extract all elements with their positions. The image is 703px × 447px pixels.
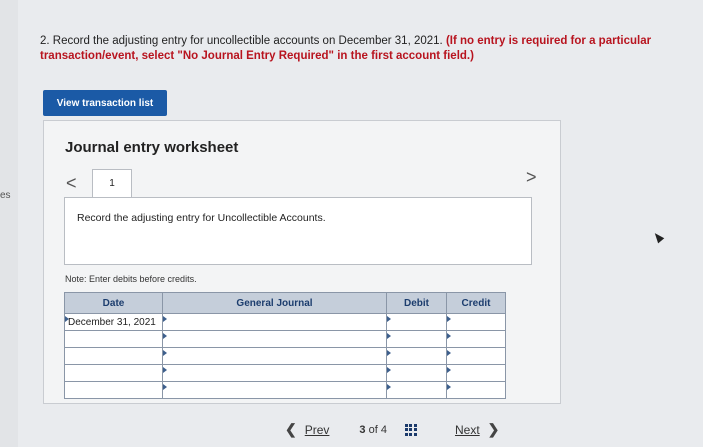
- account-cell[interactable]: [162, 347, 387, 365]
- table-row: [64, 364, 506, 382]
- date-cell[interactable]: [64, 330, 163, 348]
- date-cell[interactable]: [64, 381, 163, 399]
- instruction-text: Record the adjusting entry for Uncollect…: [77, 212, 326, 224]
- account-cell[interactable]: [162, 364, 387, 382]
- header-credit: Credit: [446, 292, 506, 314]
- debit-cell[interactable]: [386, 330, 447, 348]
- total-pages: 4: [380, 423, 387, 436]
- view-transaction-list-button[interactable]: View transaction list: [43, 90, 167, 116]
- account-cell[interactable]: [162, 313, 387, 331]
- header-general-journal: General Journal: [162, 292, 387, 314]
- of-label: of: [368, 423, 378, 436]
- chevron-right-icon[interactable]: >: [526, 167, 537, 188]
- page-counter: 3 of 4: [359, 424, 387, 436]
- next-button[interactable]: Next ❯: [455, 421, 499, 438]
- date-cell[interactable]: [64, 347, 163, 365]
- account-cell[interactable]: [162, 330, 387, 348]
- next-label: Next: [454, 422, 480, 437]
- table-row: December 31, 2021: [64, 313, 506, 331]
- journal-table: Date General Journal Debit Credit Decemb…: [64, 292, 506, 399]
- debit-cell[interactable]: [386, 347, 447, 365]
- pagination-bar: ❮ Prev 3 of 4 Next ❯: [285, 421, 499, 438]
- chevron-right-icon: ❯: [487, 421, 500, 437]
- journal-entry-worksheet: Journal entry worksheet < 1 > Record the…: [43, 120, 561, 404]
- account-cell[interactable]: [162, 381, 387, 399]
- table-row: [64, 347, 506, 365]
- worksheet-title: Journal entry worksheet: [65, 139, 239, 156]
- table-row: [64, 330, 506, 348]
- debit-cell[interactable]: [386, 381, 447, 399]
- credit-cell[interactable]: [446, 364, 506, 382]
- left-panel-edge: [0, 0, 18, 447]
- header-date: Date: [64, 292, 163, 314]
- chevron-left-icon[interactable]: <: [66, 173, 77, 194]
- credit-cell[interactable]: [446, 313, 506, 331]
- prev-label: Prev: [304, 422, 330, 437]
- credit-cell[interactable]: [446, 381, 506, 399]
- credit-cell[interactable]: [446, 347, 506, 365]
- prev-button[interactable]: ❮ Prev: [285, 421, 329, 438]
- debit-cell[interactable]: [386, 313, 447, 331]
- chevron-left-icon: ❮: [285, 421, 297, 437]
- credit-cell[interactable]: [446, 330, 506, 348]
- header-debit: Debit: [386, 292, 447, 314]
- grid-icon[interactable]: [404, 423, 417, 436]
- tab-entry-1[interactable]: 1: [92, 169, 132, 199]
- instruction-box: Record the adjusting entry for Uncollect…: [64, 197, 532, 265]
- debit-cell[interactable]: [386, 364, 447, 382]
- question-text: 2. Record the adjusting entry for uncoll…: [40, 35, 443, 47]
- left-tab-fragment: es: [0, 190, 11, 201]
- table-header-row: Date General Journal Debit Credit: [64, 292, 506, 314]
- current-page: 3: [359, 423, 366, 436]
- date-cell[interactable]: December 31, 2021: [64, 313, 163, 331]
- debits-note: Note: Enter debits before credits.: [65, 274, 197, 284]
- mouse-cursor-icon: [651, 230, 665, 244]
- question-prompt: 2. Record the adjusting entry for uncoll…: [40, 34, 690, 64]
- date-cell[interactable]: [64, 364, 163, 382]
- table-row: [64, 381, 506, 399]
